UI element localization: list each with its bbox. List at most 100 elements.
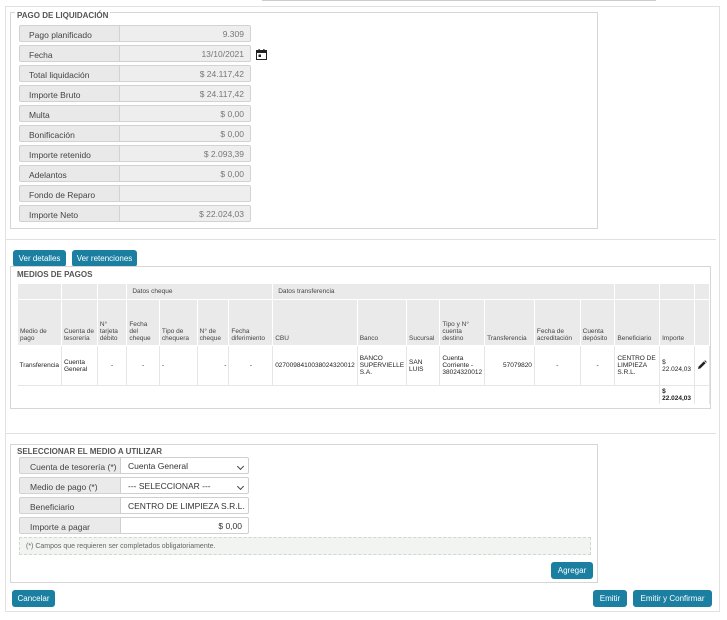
col-tipo-cuenta: Tipo y N° cuenta destino xyxy=(439,299,486,346)
field-value: 9.309 xyxy=(119,25,251,42)
col-beneficiario: Beneficiario xyxy=(614,299,661,346)
header-empty xyxy=(614,283,661,300)
cuenta-tesoreria-label: Cuenta de tesorería (*) xyxy=(19,457,120,474)
cell-cuenta: Cuenta General xyxy=(61,345,98,386)
cuenta-tesoreria-row: Cuenta de tesorería (*) Cuenta General xyxy=(19,457,249,474)
header-empty xyxy=(61,283,98,300)
header-datos-transferencia: Datos transferencia xyxy=(272,283,616,300)
col-fecha-acreditacion: Fecha de acreditación xyxy=(533,299,581,346)
header-empty xyxy=(17,283,62,300)
field-total-liquidacion: Total liquidación $ 24.117,42 xyxy=(19,65,251,82)
cell-fecha-cheque: - xyxy=(126,345,160,386)
field-importe-bruto: Importe Bruto $ 24.117,42 xyxy=(19,85,251,102)
cell-fecha-acreditacion: - xyxy=(534,345,581,386)
field-label: Multa xyxy=(19,105,119,122)
required-fields-note: (*) Campos que requieren ser completados… xyxy=(19,537,591,555)
importe-pagar-label: Importe a pagar xyxy=(19,517,120,534)
cell-tipo-cuenta: Cuenta Corriente - 38024320012 xyxy=(439,345,486,386)
field-label: Fondo de Reparo xyxy=(19,185,119,202)
emitir-button[interactable]: Emitir xyxy=(593,590,627,607)
field-value: $ 2.093,39 xyxy=(119,145,251,162)
cell-sucursal: SAN LUIS xyxy=(406,345,441,386)
field-label: Bonificación xyxy=(19,125,119,142)
field-value: $ 0,00 xyxy=(119,105,251,122)
col-importe: Importe xyxy=(659,299,695,346)
medio-pago-label: Medio de pago (*) xyxy=(19,477,120,494)
total-spacer xyxy=(694,385,711,404)
medio-pago-row: Medio de pago (*) --- SELECCIONAR --- xyxy=(19,477,249,494)
pago-liquidacion-section: PAGO DE LIQUIDACIÓN Pago planificado 9.3… xyxy=(10,11,598,229)
cancelar-button[interactable]: Cancelar xyxy=(12,590,55,607)
seleccionar-medio-section: SELECCIONAR EL MEDIO A UTILIZAR Cuenta d… xyxy=(10,444,598,583)
col-sucursal: Sucursal xyxy=(406,299,441,346)
field-value: $ 0,00 xyxy=(119,165,251,182)
page: PAGO DE LIQUIDACIÓN Pago planificado 9.3… xyxy=(0,0,727,620)
field-label: Total liquidación xyxy=(19,65,119,82)
cell-beneficiario: CENTRO DE LIMPIEZA S.R.L. xyxy=(614,345,661,386)
field-adelantos: Adelantos $ 0,00 xyxy=(19,165,251,182)
beneficiario-label: Beneficiario xyxy=(19,497,120,514)
agregar-button[interactable]: Agregar xyxy=(551,562,593,579)
beneficiario-row: Beneficiario CENTRO DE LIMPIEZA S.R.L. xyxy=(19,497,249,514)
field-fondo-reparo: Fondo de Reparo xyxy=(19,185,251,202)
header-empty xyxy=(693,283,711,300)
field-label: Adelantos xyxy=(19,165,119,182)
col-cuenta-deposito: Cuenta depósito xyxy=(579,299,616,346)
col-actions xyxy=(693,299,711,346)
section-legend: SELECCIONAR EL MEDIO A UTILIZAR xyxy=(15,447,165,456)
col-fecha-diferimiento: Fecha diferimiento xyxy=(228,299,274,346)
col-nro-cheque: N° de cheque xyxy=(196,299,230,346)
pencil-icon[interactable] xyxy=(697,359,707,370)
divider xyxy=(5,433,716,434)
calendar-icon[interactable] xyxy=(256,49,267,60)
header-datos-cheque: Datos cheque xyxy=(126,283,274,300)
importe-pagar-input[interactable]: $ 0,00 xyxy=(120,517,249,534)
field-label: Importe retenido xyxy=(19,145,119,162)
ver-retenciones-button[interactable]: Ver retenciones xyxy=(72,250,137,267)
table-total-row: $ 22.024,03 xyxy=(17,385,711,404)
beneficiario-field[interactable]: CENTRO DE LIMPIEZA S.R.L. xyxy=(120,497,249,514)
cell-total: $ 22.024,03 xyxy=(659,385,695,404)
section-legend: PAGO DE LIQUIDACIÓN xyxy=(15,11,111,20)
field-value: $ 24.117,42 xyxy=(119,85,251,102)
emitir-confirmar-button[interactable]: Emitir y Confirmar xyxy=(633,590,712,607)
header-empty xyxy=(659,283,695,300)
top-divider xyxy=(262,0,656,2)
header-empty xyxy=(96,283,128,300)
medio-pago-value: --- SELECCIONAR --- xyxy=(128,481,211,491)
field-importe-neto: Importe Neto $ 22.024,03 xyxy=(19,205,251,222)
table-group-header: Datos cheque Datos transferencia xyxy=(17,283,711,300)
cuenta-tesoreria-select[interactable]: Cuenta General xyxy=(120,457,249,474)
cell-tarjeta: - xyxy=(97,345,128,386)
divider xyxy=(5,239,716,240)
field-label: Pago planificado xyxy=(19,25,119,42)
field-label: Importe Bruto xyxy=(19,85,119,102)
col-medio-pago: Medio de pago xyxy=(17,299,62,346)
field-pago-planificado: Pago planificado 9.309 xyxy=(19,25,251,42)
cell-fecha-diferimiento: - xyxy=(228,345,274,386)
chevron-down-icon xyxy=(236,462,245,471)
cell-nro-cheque: - xyxy=(197,345,230,386)
field-fecha: Fecha 13/10/2021 xyxy=(19,45,251,62)
field-label: Importe Neto xyxy=(19,205,119,222)
field-importe-retenido: Importe retenido $ 2.093,39 xyxy=(19,145,251,162)
medios-table: Datos cheque Datos transferencia Medio d… xyxy=(17,283,711,404)
col-fecha-cheque: Fecha del cheque xyxy=(126,299,160,346)
chevron-down-icon xyxy=(236,482,245,491)
ver-detalles-button[interactable]: Ver detalles xyxy=(13,250,66,267)
field-label: Fecha xyxy=(19,45,119,62)
cell-cbu: 0270098410038024320012 xyxy=(272,345,358,386)
section-legend: MEDIOS DE PAGOS xyxy=(15,270,95,279)
table-header: Medio de pago Cuenta de tesorería N° tar… xyxy=(17,299,711,346)
cell-tipo-chequera: - xyxy=(159,345,198,386)
field-value xyxy=(119,185,251,202)
medios-pagos-section: MEDIOS DE PAGOS Datos cheque Datos trans… xyxy=(10,266,711,409)
field-value: 13/10/2021 xyxy=(119,45,251,62)
field-value: $ 0,00 xyxy=(119,125,251,142)
field-value: $ 22.024,03 xyxy=(119,205,251,222)
cell-cuenta-deposito: - xyxy=(580,345,616,386)
medio-pago-select[interactable]: --- SELECCIONAR --- xyxy=(120,477,249,494)
cell-edit xyxy=(694,345,711,386)
col-cbu: CBU xyxy=(272,299,358,346)
cell-banco: BANCO SUPERVIELLE S.A. xyxy=(357,345,408,386)
